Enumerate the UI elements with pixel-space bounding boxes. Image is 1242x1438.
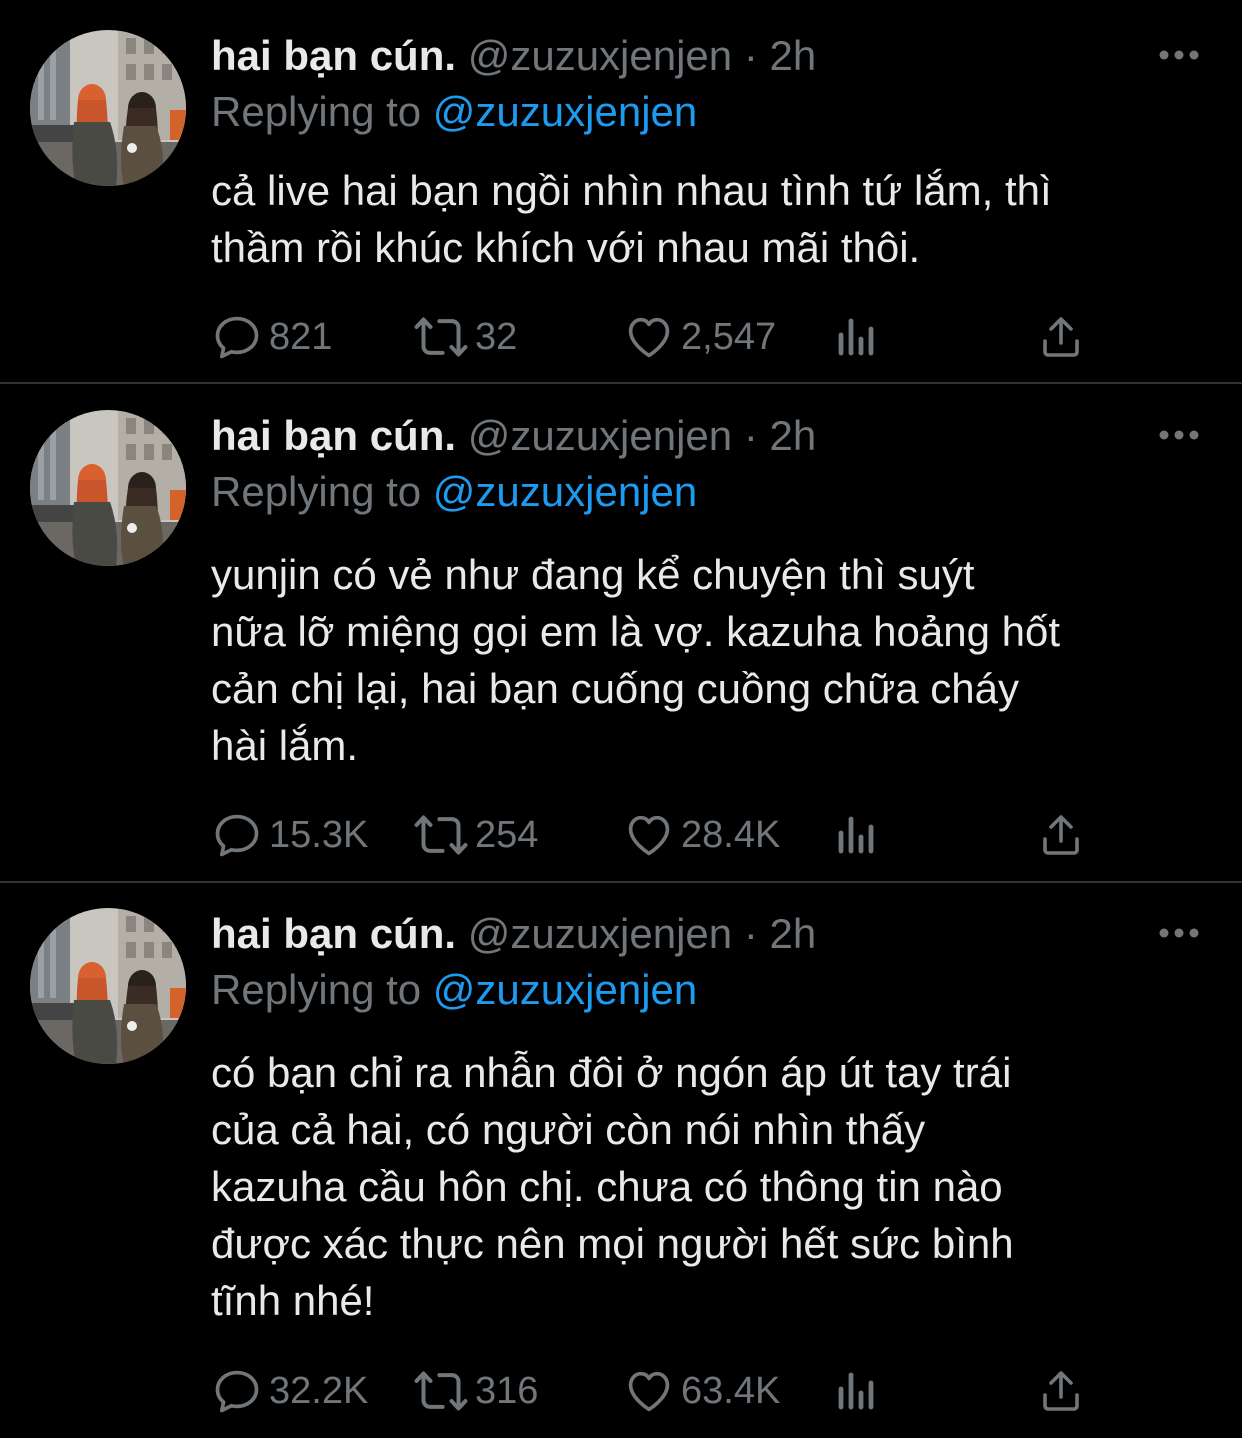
retweet-button[interactable]: 316	[413, 1365, 538, 1417]
separator-dot: ·	[743, 910, 758, 957]
tweet-actions: 32.2K 316 63.4K	[211, 1365, 1211, 1417]
retweet-button[interactable]: 32	[413, 311, 517, 363]
views-button[interactable]	[833, 809, 881, 861]
tweet-text-line: thầm rồi khúc khích với nhau mãi thôi.	[211, 224, 921, 271]
tweet-text-line: của cả hai, có người còn nói nhìn thấy	[211, 1106, 926, 1153]
tweet-text: cả live hai bạn ngồi nhìn nhau tình tứ l…	[211, 162, 1211, 276]
tweet-text-line: kazuha cầu hôn chị. chưa có thông tin nà…	[211, 1163, 1003, 1210]
tweet-header: hai bạn cún. @zuzuxjenjen · 2h	[211, 30, 816, 82]
avatar[interactable]	[30, 908, 186, 1064]
user-handle[interactable]: @zuzuxjenjen	[468, 412, 732, 459]
tweet[interactable]: hai bạn cún. @zuzuxjenjen · 2h Replying …	[0, 882, 1242, 1438]
reply-button[interactable]: 15.3K	[211, 809, 368, 861]
tweet-text-line: yunjin có vẻ như đang kể chuyện thì suýt	[211, 551, 975, 598]
tweet-text-line: cản chị lại, hai bạn cuống cuồng chữa ch…	[211, 665, 1019, 712]
views-button[interactable]	[833, 311, 881, 363]
separator-dot: ·	[743, 412, 758, 459]
share-icon	[1037, 1367, 1085, 1415]
share-button[interactable]	[1037, 1365, 1085, 1417]
like-count: 63.4K	[681, 1369, 781, 1412]
share-icon	[1037, 811, 1085, 859]
retweet-icon	[413, 1363, 469, 1419]
replying-mention-link[interactable]: @zuzuxjenjen	[433, 468, 697, 515]
retweet-count: 32	[475, 315, 518, 358]
replying-mention-link[interactable]: @zuzuxjenjen	[433, 966, 697, 1013]
replying-label: Replying to	[211, 468, 422, 515]
timestamp[interactable]: 2h	[770, 32, 817, 79]
share-icon	[1037, 313, 1085, 361]
tweet-header: hai bạn cún. @zuzuxjenjen · 2h	[211, 908, 816, 960]
avatar[interactable]	[30, 410, 186, 566]
tweet-text-line: tĩnh nhé!	[211, 1277, 375, 1324]
views-icon	[833, 313, 881, 361]
more-icon[interactable]	[1158, 46, 1200, 64]
user-handle[interactable]: @zuzuxjenjen	[468, 32, 732, 79]
tweet-divider	[0, 881, 1242, 883]
avatar-image	[30, 410, 186, 566]
like-icon	[623, 809, 675, 861]
share-button[interactable]	[1037, 311, 1085, 363]
tweet-header: hai bạn cún. @zuzuxjenjen · 2h	[211, 410, 816, 462]
retweet-icon	[413, 807, 469, 863]
tweet-text-line: nữa lỡ miệng gọi em là vợ. kazuha hoảng …	[211, 608, 1061, 655]
display-name[interactable]: hai bạn cún.	[211, 910, 456, 957]
tweet-text-line: cả live hai bạn ngồi nhìn nhau tình tứ l…	[211, 167, 1052, 214]
avatar-image	[30, 30, 186, 186]
views-button[interactable]	[833, 1365, 881, 1417]
display-name[interactable]: hai bạn cún.	[211, 412, 456, 459]
user-handle[interactable]: @zuzuxjenjen	[468, 910, 732, 957]
share-button[interactable]	[1037, 809, 1085, 861]
reply-count: 821	[269, 315, 333, 358]
more-icon[interactable]	[1158, 426, 1200, 444]
replying-to: Replying to @zuzuxjenjen	[211, 466, 697, 518]
replying-to: Replying to @zuzuxjenjen	[211, 964, 697, 1016]
timestamp[interactable]: 2h	[770, 412, 817, 459]
timestamp[interactable]: 2h	[770, 910, 817, 957]
tweet-text: có bạn chỉ ra nhẫn đôi ở ngón áp út tay …	[211, 1044, 1211, 1329]
like-button[interactable]: 28.4K	[623, 809, 780, 861]
reply-icon	[211, 1365, 263, 1417]
reply-button[interactable]: 821	[211, 311, 332, 363]
retweet-count: 316	[475, 1369, 539, 1412]
like-button[interactable]: 2,547	[623, 311, 776, 363]
views-icon	[833, 811, 881, 859]
reply-icon	[211, 311, 263, 363]
replying-label: Replying to	[211, 966, 422, 1013]
separator-dot: ·	[743, 32, 758, 79]
like-icon	[623, 1365, 675, 1417]
tweet-actions: 821 32 2,547	[211, 311, 1211, 363]
more-icon[interactable]	[1158, 924, 1200, 942]
tweet-text-line: có bạn chỉ ra nhẫn đôi ở ngón áp út tay …	[211, 1049, 1012, 1096]
views-icon	[833, 1367, 881, 1415]
retweet-icon	[413, 309, 469, 365]
retweet-count: 254	[475, 813, 539, 856]
tweet-text-line: hài lắm.	[211, 722, 359, 769]
display-name[interactable]: hai bạn cún.	[211, 32, 456, 79]
tweet[interactable]: hai bạn cún. @zuzuxjenjen · 2h Replying …	[0, 0, 1242, 381]
tweet-text-line: được xác thực nên mọi người hết sức bình	[211, 1220, 1014, 1267]
tweet-divider	[0, 382, 1242, 384]
retweet-button[interactable]: 254	[413, 809, 538, 861]
like-button[interactable]: 63.4K	[623, 1365, 780, 1417]
replying-label: Replying to	[211, 88, 422, 135]
like-count: 2,547	[681, 315, 777, 358]
tweet-text: yunjin có vẻ như đang kể chuyện thì suýt…	[211, 546, 1211, 774]
replying-to: Replying to @zuzuxjenjen	[211, 86, 697, 138]
avatar-image	[30, 908, 186, 1064]
reply-count: 32.2K	[269, 1369, 369, 1412]
reply-button[interactable]: 32.2K	[211, 1365, 368, 1417]
avatar[interactable]	[30, 30, 186, 186]
tweet-actions: 15.3K 254 28.4K	[211, 809, 1211, 861]
reply-icon	[211, 809, 263, 861]
like-count: 28.4K	[681, 813, 781, 856]
replying-mention-link[interactable]: @zuzuxjenjen	[433, 88, 697, 135]
tweet[interactable]: hai bạn cún. @zuzuxjenjen · 2h Replying …	[0, 384, 1242, 879]
like-icon	[623, 311, 675, 363]
reply-count: 15.3K	[269, 813, 369, 856]
